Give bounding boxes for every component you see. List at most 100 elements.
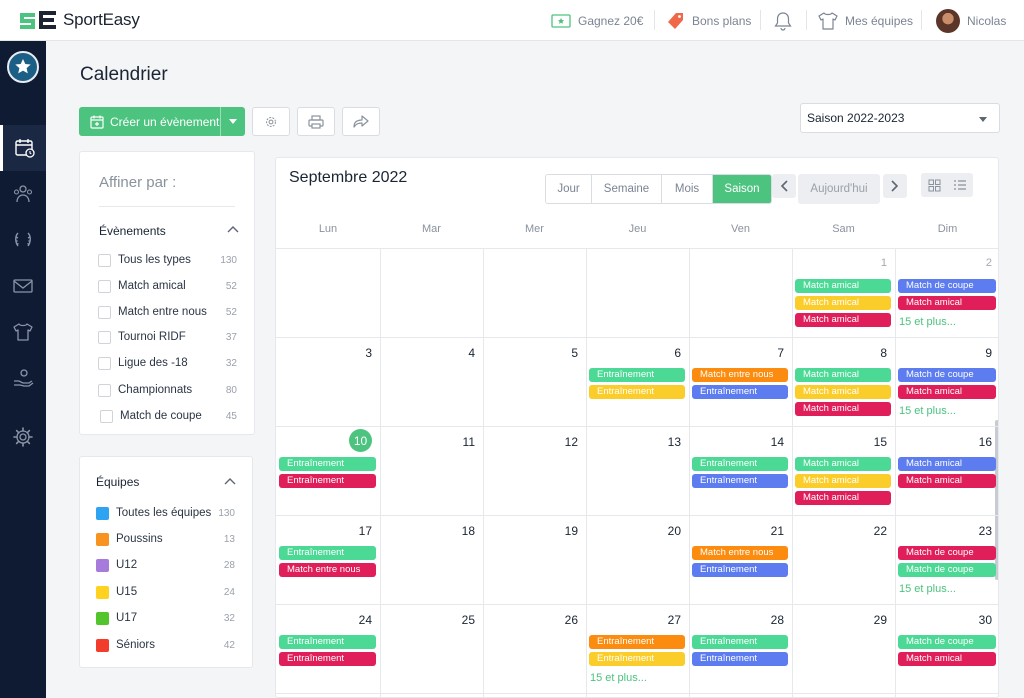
team-color-swatch[interactable] <box>96 611 109 625</box>
event-chip[interactable]: Entraînement <box>279 652 376 666</box>
checkbox[interactable] <box>98 330 111 344</box>
event-chip[interactable]: Match amical <box>795 279 891 293</box>
filter-event-row[interactable]: Championnats 80 <box>98 381 237 399</box>
today-button[interactable]: Aujourd'hui <box>798 174 880 204</box>
view-day-button[interactable]: Jour <box>546 175 592 203</box>
event-chip[interactable]: Entraînement <box>692 474 788 488</box>
event-chip[interactable]: Match amical <box>795 296 891 310</box>
filter-event-row[interactable]: Tournoi RIDF 37 <box>98 328 237 346</box>
sidebar-item-calendar[interactable] <box>0 125 46 171</box>
next-button[interactable] <box>883 174 907 198</box>
event-chip[interactable]: Entraînement <box>279 474 376 488</box>
deals-link[interactable]: Bons plans <box>667 0 751 41</box>
event-chip[interactable]: Match amical <box>795 368 891 382</box>
checkbox[interactable] <box>98 253 111 267</box>
checkbox[interactable] <box>100 409 113 423</box>
sidebar-item-messages[interactable] <box>0 263 46 309</box>
event-chip[interactable]: Match amical <box>898 296 996 310</box>
sidebar-item-settings[interactable] <box>0 414 46 460</box>
team-color-swatch[interactable] <box>96 638 109 652</box>
filter-event-row[interactable]: Match de coupe 45 <box>100 407 237 425</box>
event-chip[interactable]: Match amical <box>898 385 996 399</box>
event-chip[interactable]: Match amical <box>795 474 891 488</box>
event-chip[interactable]: Entraînement <box>692 652 788 666</box>
team-color-swatch[interactable] <box>96 585 109 599</box>
season-select[interactable]: Saison 2022-2023 <box>800 103 1000 133</box>
checkbox[interactable] <box>98 383 111 397</box>
checkbox[interactable] <box>98 279 111 293</box>
print-button[interactable] <box>297 107 335 136</box>
filter-event-row[interactable]: Match entre nous 52 <box>98 303 237 321</box>
event-chip[interactable]: Entraînement <box>589 635 685 649</box>
filter-team-row[interactable]: U12 28 <box>96 556 235 574</box>
notifications-button[interactable] <box>774 0 799 41</box>
create-event-button[interactable]: Créer un évènement <box>79 107 245 136</box>
event-chip[interactable]: Entraînement <box>692 563 788 577</box>
share-button[interactable] <box>342 107 380 136</box>
list-view-button[interactable] <box>947 173 973 197</box>
filter-event-row[interactable]: Match amical 52 <box>98 277 237 295</box>
view-month-button[interactable]: Mois <box>662 175 713 203</box>
day-cell[interactable] <box>689 248 792 337</box>
event-chip[interactable]: Match amical <box>898 652 996 666</box>
event-chip[interactable]: Match amical <box>795 491 891 505</box>
event-chip[interactable]: Entraînement <box>692 385 788 399</box>
team-color-swatch[interactable] <box>96 506 109 520</box>
day-cell[interactable] <box>276 248 380 337</box>
previous-button[interactable] <box>772 174 796 198</box>
sidebar-item-equipment[interactable] <box>0 309 46 355</box>
user-menu[interactable]: Nicolas <box>936 0 1006 41</box>
grid-view-button[interactable] <box>921 173 947 197</box>
filter-team-row[interactable]: Séniors 42 <box>96 636 235 654</box>
day-cell[interactable] <box>586 248 689 337</box>
event-chip[interactable]: Entraînement <box>279 635 376 649</box>
event-chip[interactable]: Entraînement <box>692 457 788 471</box>
more-events-link[interactable]: 15 et plus... <box>899 316 956 328</box>
sporteasy-logo[interactable]: SportEasy <box>18 9 140 31</box>
settings-button[interactable] <box>252 107 290 136</box>
my-teams-link[interactable]: Mes équipes <box>818 0 913 41</box>
sidebar-item-trophies[interactable] <box>0 217 46 263</box>
event-chip[interactable]: Match amical <box>795 402 891 416</box>
event-chip[interactable]: Entraînement <box>279 546 376 560</box>
earn-link[interactable]: Gagnez 20€ <box>551 0 643 41</box>
team-color-swatch[interactable] <box>96 532 109 546</box>
event-chip[interactable]: Match de coupe <box>898 279 996 293</box>
filter-team-row[interactable]: U15 24 <box>96 583 235 601</box>
event-chip[interactable]: Match amical <box>898 457 996 471</box>
event-chip[interactable]: Match entre nous <box>692 546 788 560</box>
checkbox[interactable] <box>98 305 111 319</box>
create-event-dropdown[interactable] <box>220 107 245 136</box>
filter-team-row[interactable]: Toutes les équipes 130 <box>96 504 235 522</box>
event-chip[interactable]: Match de coupe <box>898 368 996 382</box>
team-color-swatch[interactable] <box>96 558 109 572</box>
more-events-link[interactable]: 15 et plus... <box>899 583 956 595</box>
event-chip[interactable]: Match amical <box>795 385 891 399</box>
club-logo[interactable] <box>7 51 39 83</box>
more-events-link[interactable]: 15 et plus... <box>899 405 956 417</box>
filter-event-row[interactable]: Ligue des -18 32 <box>98 354 237 372</box>
create-event-main[interactable]: Créer un évènement <box>79 107 220 136</box>
event-chip[interactable]: Match amical <box>898 474 996 488</box>
event-chip[interactable]: Match amical <box>795 457 891 471</box>
view-week-button[interactable]: Semaine <box>592 175 662 203</box>
checkbox[interactable] <box>98 356 111 370</box>
chevron-up-icon[interactable] <box>227 225 239 233</box>
chevron-up-icon[interactable] <box>224 477 236 485</box>
event-chip[interactable]: Entraînement <box>589 368 685 382</box>
event-chip[interactable]: Entraînement <box>589 385 685 399</box>
event-chip[interactable]: Match amical <box>795 313 891 327</box>
event-chip[interactable]: Entraînement <box>279 457 376 471</box>
event-chip[interactable]: Match de coupe <box>898 635 996 649</box>
more-events-link[interactable]: 15 et plus... <box>590 672 647 684</box>
event-chip[interactable]: Match de coupe <box>898 563 996 577</box>
event-chip[interactable]: Match de coupe <box>898 546 996 560</box>
day-cell[interactable] <box>380 248 483 337</box>
sidebar-item-payments[interactable] <box>0 355 46 401</box>
day-cell[interactable] <box>483 248 586 337</box>
filter-team-row[interactable]: Poussins 13 <box>96 530 235 548</box>
filter-team-row[interactable]: U17 32 <box>96 609 235 627</box>
sidebar-item-members[interactable] <box>0 171 46 217</box>
filter-event-row[interactable]: Tous les types 130 <box>98 251 237 269</box>
event-chip[interactable]: Entraînement <box>692 635 788 649</box>
